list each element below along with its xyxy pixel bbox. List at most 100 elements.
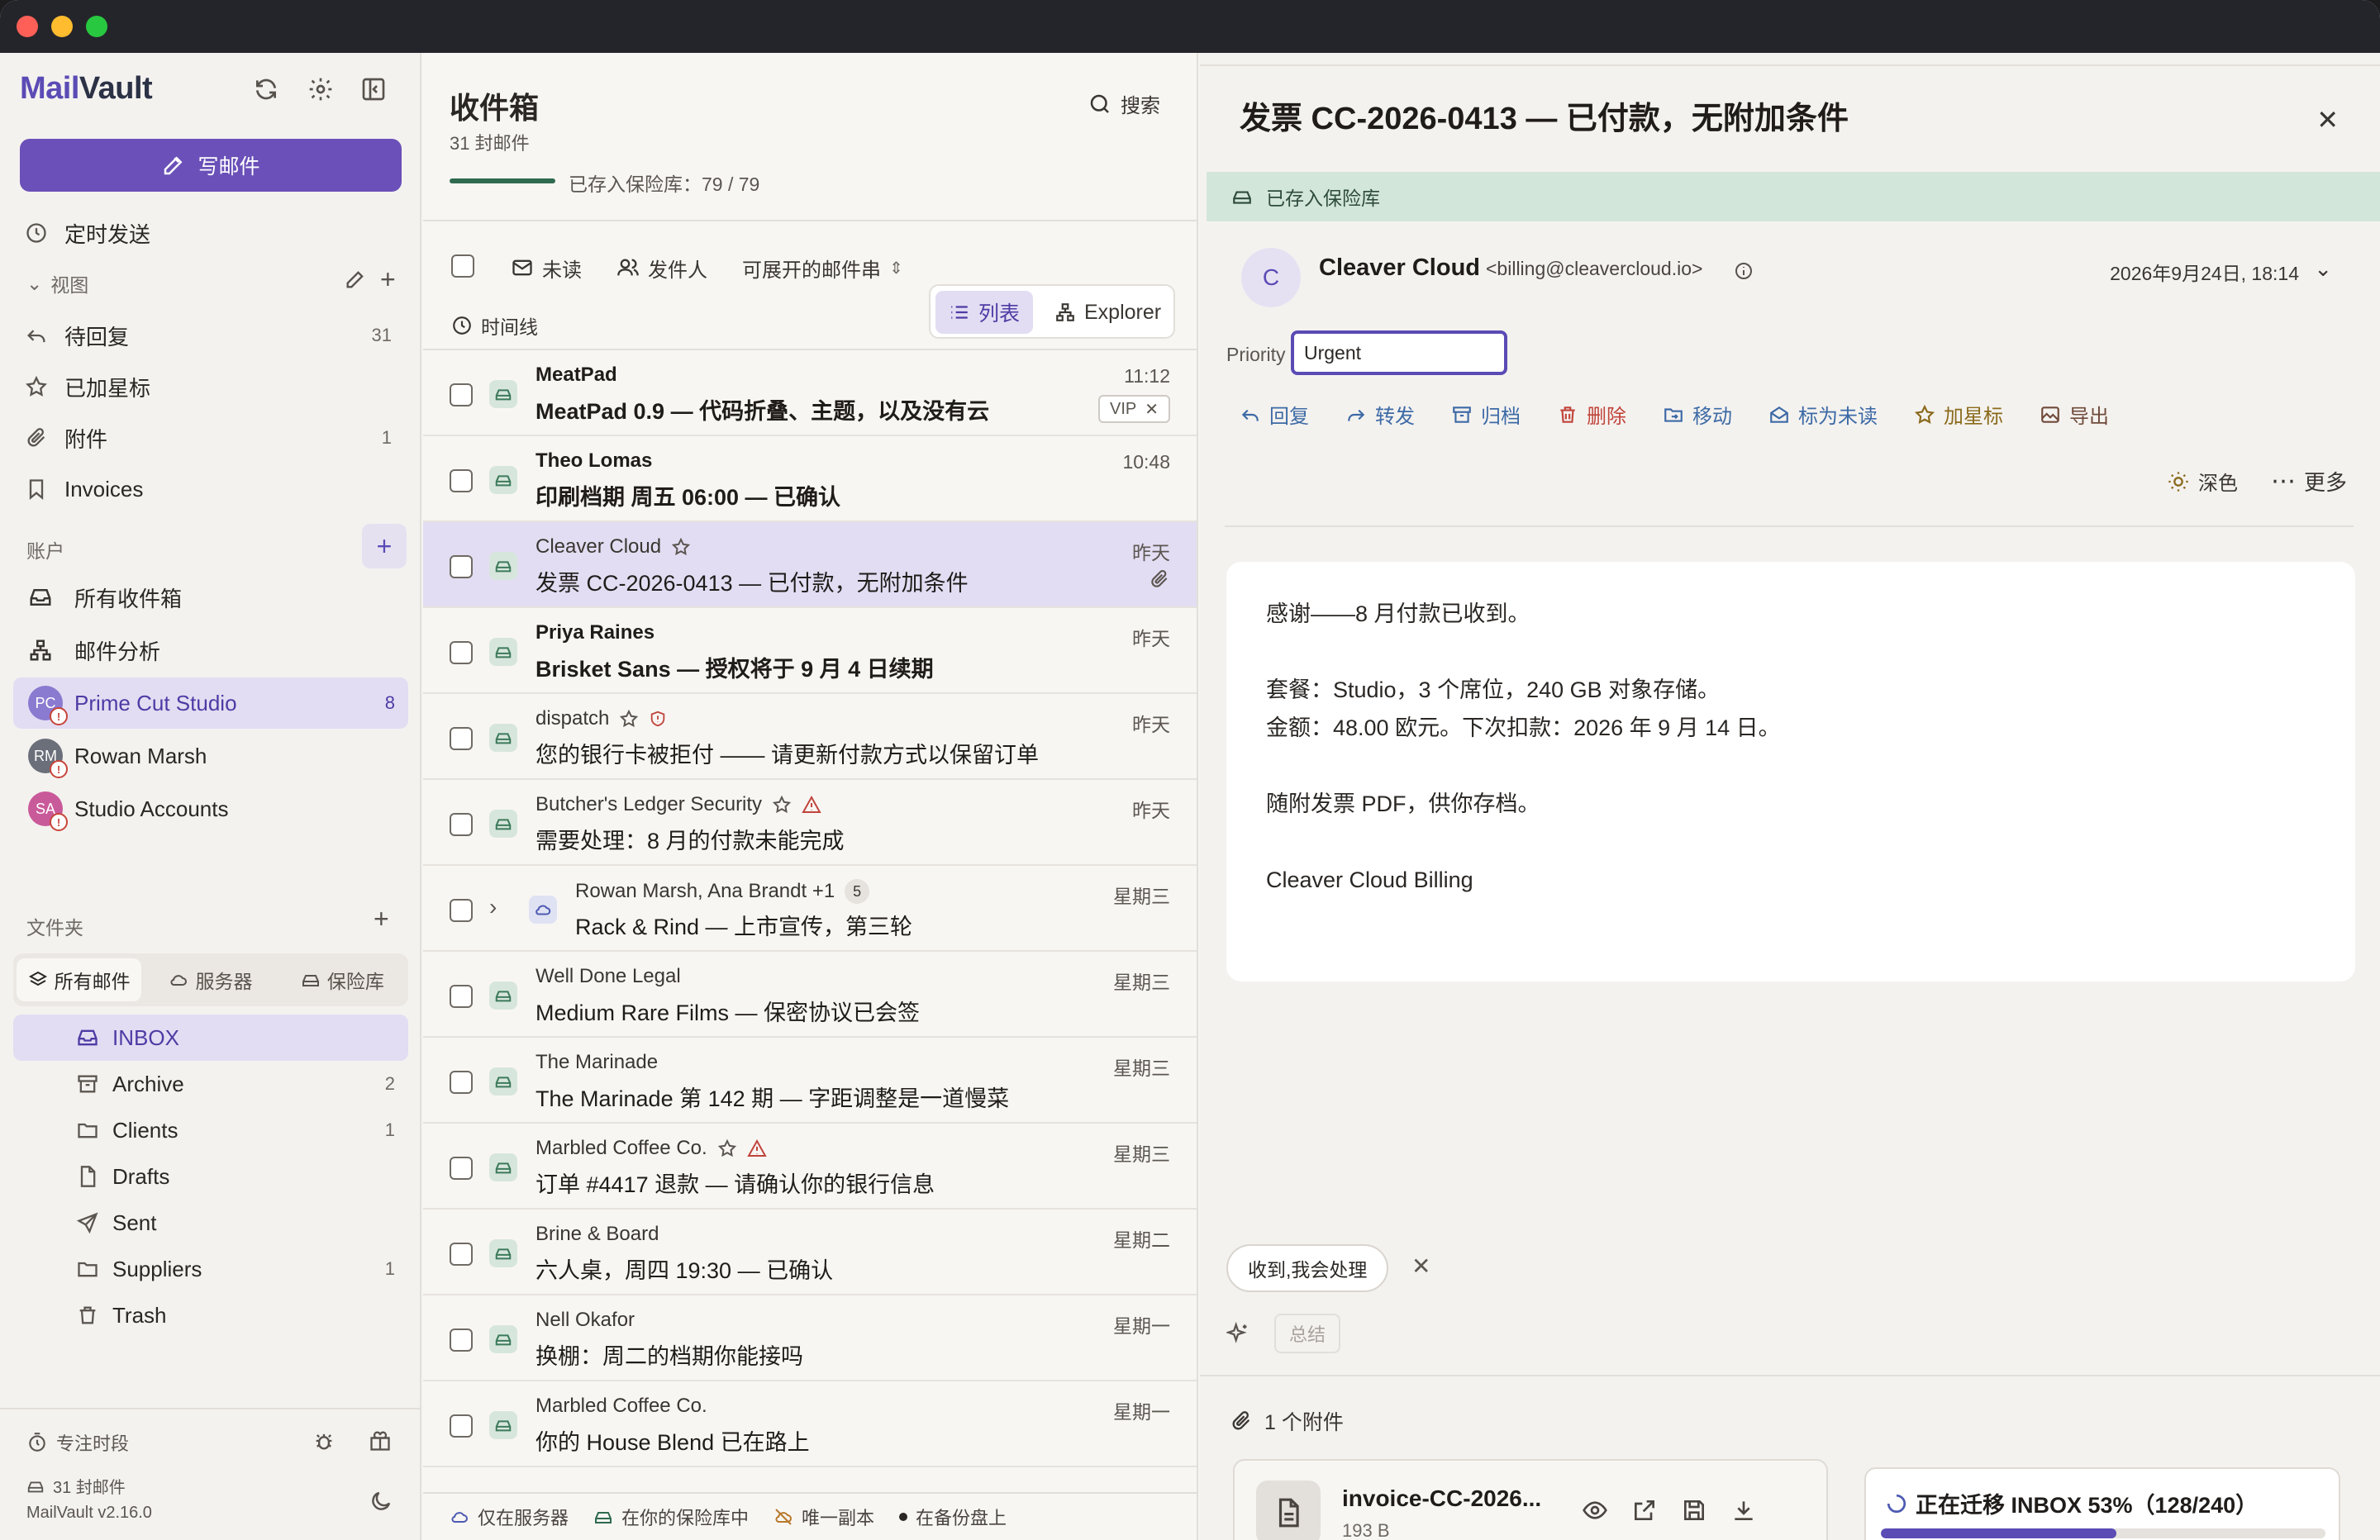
message-row[interactable]: Well Done Legal Medium Rare Films — 保密协议… [423, 952, 1197, 1038]
message-row[interactable]: Marbled Coffee Co. 订单 #4417 退款 — 请确认你的银行… [423, 1124, 1197, 1210]
mark-unread-button[interactable]: 标为未读 [1768, 400, 1878, 429]
dark-theme-button[interactable]: 深色 [2167, 466, 2238, 497]
delete-button[interactable]: 删除 [1557, 400, 1626, 429]
preview-eye-icon[interactable] [1582, 1497, 1608, 1523]
filter-unread[interactable]: 未读 [511, 250, 582, 286]
row-checkbox[interactable] [450, 1071, 473, 1094]
row-checkbox[interactable] [450, 1243, 473, 1266]
quick-reply-chip[interactable]: 收到,我会处理 [1226, 1244, 1389, 1292]
export-button[interactable]: 导出 [2040, 400, 2109, 429]
folder-item[interactable]: Drafts [13, 1153, 408, 1200]
message-row[interactable]: dispatch 您的银行卡被拒付 —— 请更新付款方式以保留订单 昨天 [423, 694, 1197, 780]
collapse-sidebar-icon[interactable] [360, 76, 393, 109]
chevron-right-icon[interactable]: › [489, 894, 497, 920]
folder-item[interactable]: Clients 1 [13, 1107, 408, 1153]
select-all-checkbox[interactable] [451, 254, 474, 278]
sender-info-icon[interactable] [1734, 261, 1754, 281]
add-account-button[interactable]: + [362, 524, 407, 568]
segment-vault[interactable]: 保险库 [280, 958, 405, 1001]
message-row[interactable]: › Rowan Marsh, Ana Brandt +1 5 Rack & Rin… [423, 866, 1197, 952]
folder-item[interactable]: Sent [13, 1200, 408, 1246]
attachment-card[interactable]: invoice-CC-2026... 193 B [1233, 1459, 1828, 1540]
row-checkbox[interactable] [450, 555, 473, 578]
star-button[interactable]: 加星标 [1914, 400, 2003, 429]
row-checkbox[interactable] [450, 1157, 473, 1180]
message-row[interactable]: Theo Lomas 印刷档期 周五 06:00 — 已确认 10:48 [423, 436, 1197, 522]
summary-button[interactable]: 总结 [1274, 1314, 1341, 1353]
row-checkbox[interactable] [450, 469, 473, 492]
row-checkbox[interactable] [450, 727, 473, 750]
bug-icon[interactable] [312, 1429, 336, 1452]
focus-session-button[interactable]: 专注时段 [26, 1429, 129, 1456]
open-external-icon[interactable] [1631, 1497, 1658, 1523]
message-row[interactable]: MeatPad MeatPad 0.9 — 代码折叠、主题，以及没有云 11:1… [423, 350, 1197, 436]
mail-analytics-item[interactable]: 邮件分析 [13, 625, 408, 676]
view-item[interactable]: 已加星标 [20, 364, 402, 410]
list-view-button[interactable]: 列表 [935, 291, 1034, 334]
message-row[interactable]: Marbled Coffee Co. 你的 House Blend 已在路上 星… [423, 1381, 1197, 1467]
message-row[interactable]: Butcher's Ledger Security 需要处理：8 月的付款未能完… [423, 780, 1197, 866]
add-folder-icon[interactable]: + [374, 904, 389, 934]
filter-sender[interactable]: 发件人 [616, 250, 707, 286]
message-row[interactable]: The Marinade The Marinade 第 142 期 — 字距调整… [423, 1038, 1197, 1124]
add-view-icon[interactable]: + [380, 264, 396, 295]
scheduled-send-item[interactable]: 定时发送 [20, 210, 402, 256]
gift-icon[interactable] [369, 1429, 392, 1452]
star-icon[interactable] [772, 795, 792, 815]
folder-item[interactable]: Trash [13, 1292, 408, 1338]
download-icon[interactable] [1730, 1497, 1757, 1523]
edit-views-icon[interactable] [344, 268, 367, 291]
folder-item[interactable]: Suppliers 1 [13, 1246, 408, 1292]
row-checkbox[interactable] [450, 1328, 473, 1352]
row-checkbox[interactable] [450, 813, 473, 836]
folder-item[interactable]: INBOX [13, 1015, 408, 1061]
account-item[interactable]: SA! Studio Accounts [13, 783, 408, 834]
save-floppy-icon[interactable] [1681, 1497, 1707, 1523]
vip-tag[interactable]: VIP ✕ [1097, 395, 1170, 423]
all-inboxes-item[interactable]: 所有收件箱 [13, 572, 408, 623]
search-button[interactable]: 搜索 [1088, 89, 1160, 118]
row-checkbox[interactable] [450, 985, 473, 1008]
close-reader-button[interactable]: ✕ [2316, 104, 2339, 135]
compose-button[interactable]: 写邮件 [20, 139, 402, 192]
views-section-header[interactable]: ⌄ 视图 [26, 269, 88, 297]
priority-input[interactable]: Urgent [1291, 330, 1507, 375]
filter-expandable-threads[interactable]: 可展开的邮件串 ⇕ [742, 250, 903, 286]
forward-button[interactable]: 转发 [1345, 400, 1415, 429]
view-item[interactable]: 待回复 31 [20, 312, 402, 359]
minimize-window-button[interactable] [51, 16, 73, 37]
folder-item[interactable]: Archive 2 [13, 1061, 408, 1107]
message-row[interactable]: Nell Okafor 换棚：周二的档期你能接吗 星期一 [423, 1295, 1197, 1381]
zoom-window-button[interactable] [86, 16, 107, 37]
star-icon[interactable] [619, 709, 639, 729]
row-checkbox[interactable] [450, 641, 473, 664]
move-button[interactable]: 移动 [1663, 400, 1732, 429]
view-item[interactable]: 附件 1 [20, 415, 402, 461]
view-item[interactable]: Invoices [20, 466, 402, 512]
star-icon[interactable] [671, 537, 691, 557]
archive-button[interactable]: 归档 [1451, 400, 1521, 429]
close-window-button[interactable] [17, 16, 38, 37]
row-checkbox[interactable] [450, 1414, 473, 1438]
expand-header-chevron-icon[interactable]: ⌄ [2314, 256, 2332, 282]
row-checkbox[interactable] [450, 383, 473, 406]
dismiss-quick-reply-icon[interactable]: ✕ [1411, 1252, 1430, 1280]
message-row[interactable]: Brine & Board 六人桌，周四 19:30 — 已确认 星期二 [423, 1210, 1197, 1295]
message-row[interactable]: Cleaver Cloud 发票 CC-2026-0413 — 已付款，无附加条… [423, 522, 1197, 608]
star-icon[interactable] [717, 1138, 737, 1158]
sync-icon[interactable] [253, 76, 286, 109]
filter-timeline[interactable]: 时间线 [451, 307, 538, 344]
segment-server[interactable]: 服务器 [148, 958, 273, 1001]
segment-all-mail[interactable]: 所有邮件 [17, 958, 142, 1001]
row-checkbox[interactable] [450, 899, 473, 922]
moon-icon[interactable] [369, 1489, 393, 1514]
settings-gear-icon[interactable] [307, 76, 340, 109]
account-item[interactable]: PC! Prime Cut Studio 8 [13, 677, 408, 729]
reply-button[interactable]: 回复 [1240, 400, 1309, 429]
sender-name[interactable]: Cleaver Cloud [1319, 254, 1480, 282]
message-row[interactable]: Priya Raines Brisket Sans — 授权将于 9 月 4 日… [423, 608, 1197, 694]
explorer-view-button[interactable]: Explorer [1041, 291, 1174, 334]
remove-tag-icon[interactable]: ✕ [1145, 399, 1159, 420]
account-item[interactable]: RM! Rowan Marsh [13, 730, 408, 782]
more-button[interactable]: ⋯ 更多 [2271, 466, 2347, 497]
